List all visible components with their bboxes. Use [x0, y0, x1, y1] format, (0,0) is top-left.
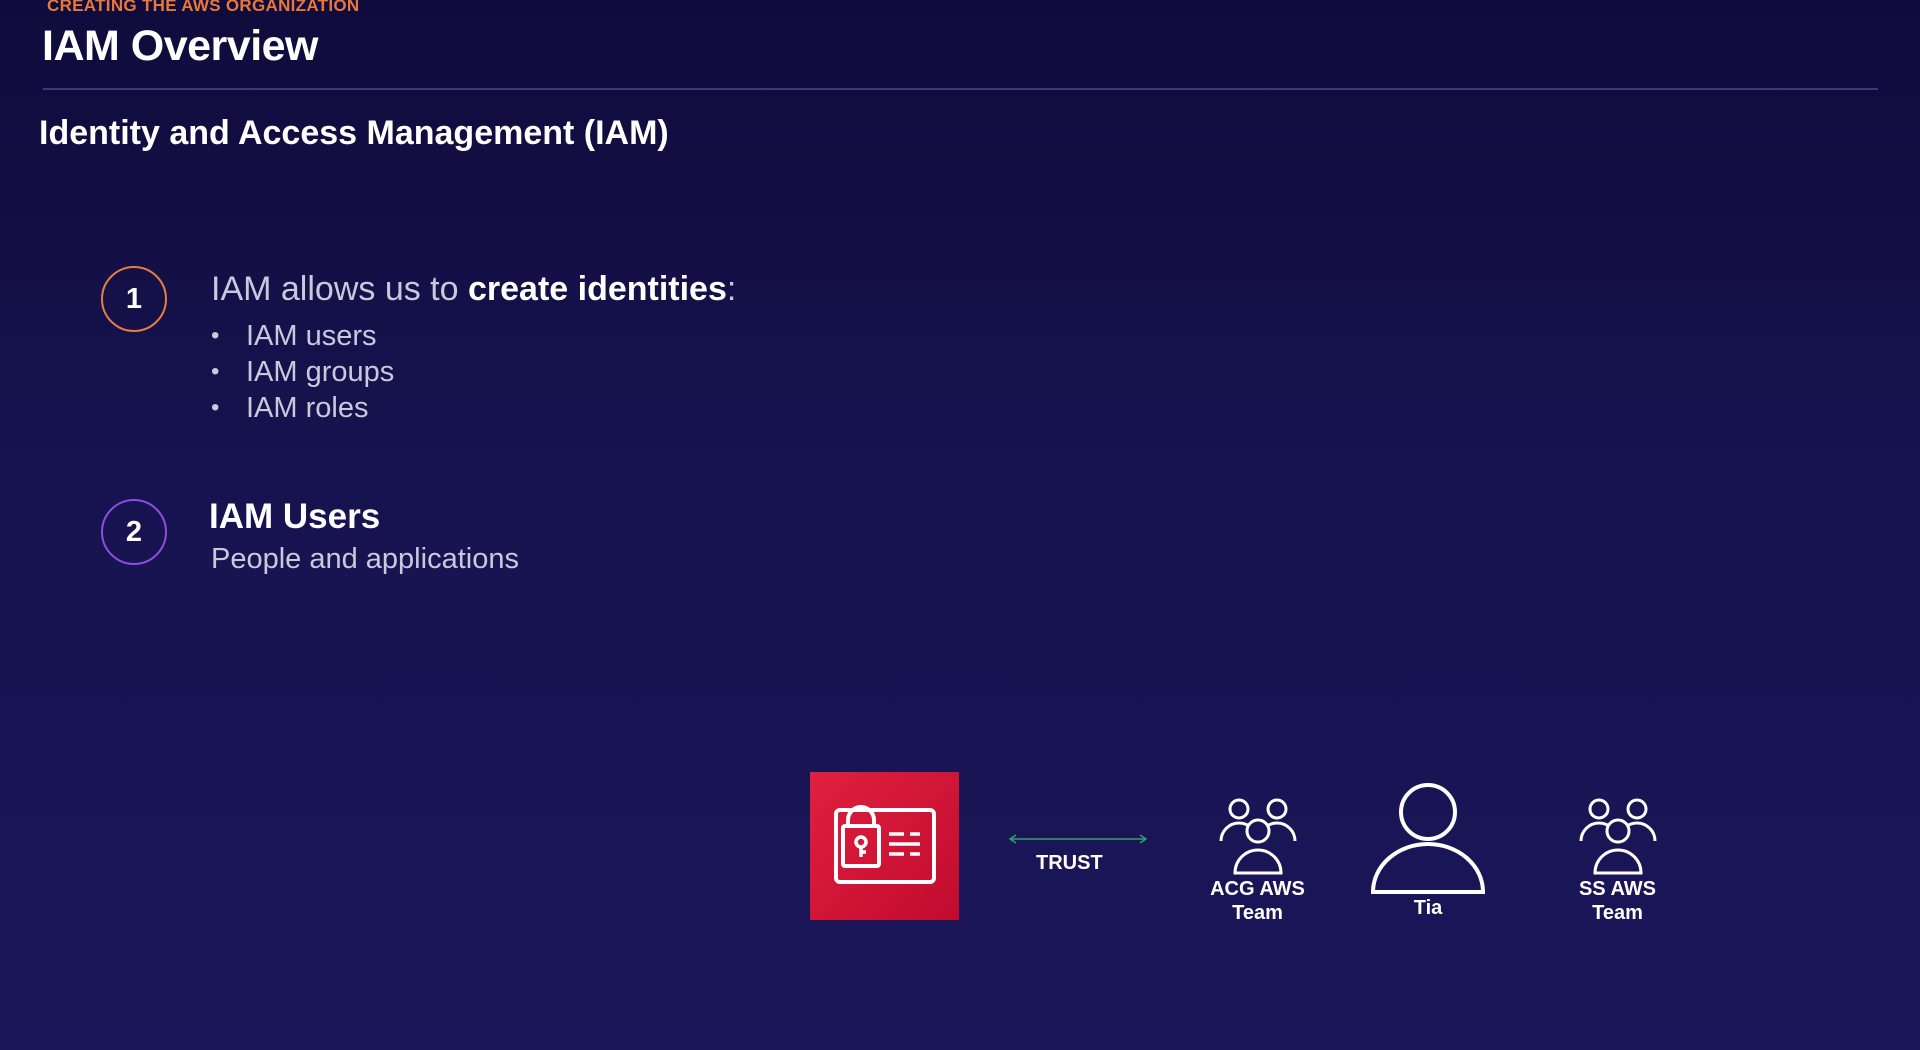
entity-label-line1: ACG AWS: [1210, 878, 1305, 900]
number-badge-1: 1: [101, 266, 167, 332]
identity-bullet-list: IAM users IAM groups IAM roles: [211, 318, 394, 426]
entity-acg-aws-team: ACG AWS Team: [1195, 795, 1320, 925]
point-1-lead: IAM allows us to: [211, 270, 468, 308]
entity-label: Tia: [1413, 897, 1443, 919]
group-users-icon: [1579, 798, 1656, 875]
point-1-text: IAM allows us to create identities:: [211, 270, 736, 309]
trust-arrow-heads: [1008, 834, 1148, 844]
bullet-iam-roles: IAM roles: [211, 390, 394, 426]
user-icon: [1370, 783, 1486, 894]
section-subtitle: Identity and Access Management (IAM): [39, 114, 669, 152]
section-kicker: CREATING THE AWS ORGANIZATION: [47, 0, 360, 15]
entity-label-line1: SS AWS: [1578, 878, 1657, 900]
iam-service-box: [810, 772, 959, 920]
trust-label: TRUST: [1036, 852, 1103, 874]
point-1-emphasis: create identities: [467, 270, 727, 308]
entity-ss-aws-team: SS AWS Team: [1555, 795, 1680, 925]
entity-label-line2: Team: [1232, 902, 1283, 924]
bullet-iam-users: IAM users: [211, 318, 394, 354]
point-1-tail: :: [726, 270, 737, 308]
number-badge-2: 2: [101, 499, 167, 565]
group-users-icon: [1219, 798, 1296, 875]
bullet-iam-groups: IAM groups: [211, 354, 394, 390]
entity-tia: Tia: [1368, 780, 1488, 920]
title-divider: [43, 88, 1878, 90]
point-2-description: People and applications: [211, 543, 519, 575]
entity-label-line2: Team: [1592, 902, 1643, 924]
page-title: IAM Overview: [42, 22, 319, 70]
point-2-heading: IAM Users: [209, 497, 381, 536]
iam-identity-card-lock-icon: [834, 805, 936, 884]
